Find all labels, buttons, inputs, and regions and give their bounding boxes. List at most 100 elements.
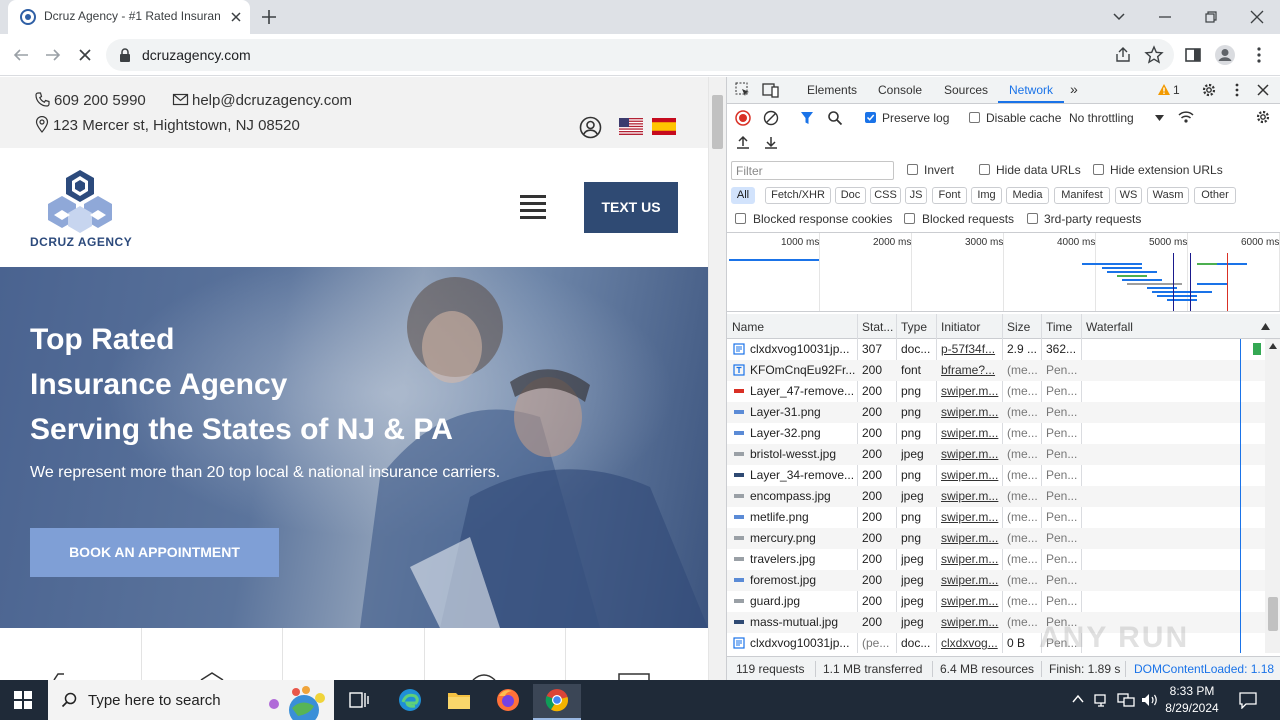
table-row[interactable]: foremost.jpg 200 jpeg swiper.m... (me... Pen.… — [727, 570, 1280, 591]
inspect-element-icon[interactable] — [735, 82, 751, 98]
url-text[interactable]: dcruzagency.com — [142, 47, 251, 63]
service-icon[interactable] — [618, 672, 650, 680]
request-initiator[interactable]: swiper.m... — [941, 615, 999, 629]
column-name[interactable]: Name — [732, 320, 764, 334]
record-stop-icon[interactable] — [735, 110, 751, 126]
show-hidden-icons-chevron-icon[interactable] — [1072, 694, 1084, 704]
side-panel-icon[interactable] — [1182, 44, 1204, 66]
blocked-requests-label[interactable]: Blocked requests — [922, 212, 1014, 226]
spain-flag-icon[interactable] — [652, 118, 676, 135]
table-row[interactable]: travelers.jpg 200 jpeg swiper.m... (me... Pen… — [727, 549, 1280, 570]
column-waterfall[interactable]: Waterfall — [1086, 320, 1133, 334]
table-row[interactable]: bristol-wesst.jpg 200 jpeg swiper.m... (me..… — [727, 444, 1280, 465]
type-filter-other[interactable]: Other — [1194, 187, 1236, 204]
lock-icon[interactable] — [118, 47, 132, 63]
network-overview-timeline[interactable]: 1000 ms 2000 ms 3000 ms 4000 ms 5000 ms … — [727, 232, 1280, 312]
volume-tray-icon[interactable] — [1141, 692, 1159, 708]
request-initiator[interactable]: swiper.m... — [941, 552, 999, 566]
close-window-icon[interactable] — [1244, 4, 1270, 30]
hide-extension-urls-checkbox[interactable] — [1093, 164, 1104, 175]
requests-scrollbar[interactable] — [1265, 339, 1280, 653]
email-contact[interactable]: help@dcruzagency.com — [172, 91, 352, 109]
new-tab-icon[interactable] — [258, 6, 280, 28]
request-initiator[interactable]: swiper.m... — [941, 531, 999, 545]
back-icon[interactable] — [10, 44, 32, 66]
disable-cache-checkbox[interactable] — [969, 112, 980, 123]
us-flag-icon[interactable] — [619, 118, 643, 135]
table-row[interactable]: clxdxvog10031jp... (pe... doc... clxdxvog..… — [727, 633, 1280, 653]
tab-network[interactable]: Network — [1009, 83, 1053, 97]
service-icon[interactable] — [472, 672, 496, 680]
more-tabs-icon[interactable]: » — [1070, 81, 1078, 97]
disable-cache-label[interactable]: Disable cache — [986, 111, 1061, 125]
tab-elements[interactable]: Elements — [807, 83, 857, 97]
third-party-requests-label[interactable]: 3rd-party requests — [1044, 212, 1141, 226]
filter-input[interactable]: Filter — [731, 161, 894, 180]
hamburger-menu-icon[interactable] — [520, 195, 546, 219]
table-row[interactable]: Layer-31.png 200 png swiper.m... (me... Pen..… — [727, 402, 1280, 423]
request-initiator[interactable]: clxdxvog... — [941, 636, 999, 650]
browser-tab[interactable]: Dcruz Agency - #1 Rated Insurance Agency — [8, 0, 250, 34]
type-filter-manifest[interactable]: Manifest — [1054, 187, 1110, 204]
table-row[interactable]: clxdxvog10031jp... 307 doc... p-57f34f... 2.… — [727, 339, 1280, 360]
blocked-requests-checkbox[interactable] — [904, 213, 915, 224]
request-initiator[interactable]: p-57f34f... — [941, 342, 999, 356]
request-initiator[interactable]: swiper.m... — [941, 447, 999, 461]
network-tray-icon[interactable] — [1094, 692, 1110, 708]
page-scrollbar-thumb[interactable] — [712, 95, 723, 149]
invert-checkbox[interactable] — [907, 164, 918, 175]
chrome-menu-icon[interactable] — [1248, 44, 1270, 66]
stop-loading-icon[interactable] — [74, 44, 96, 66]
notification-center-icon[interactable] — [1238, 691, 1258, 709]
type-filter-font[interactable]: Font — [932, 187, 967, 204]
text-us-button[interactable]: TEXT US — [584, 182, 678, 233]
dropdown-arrow-icon[interactable] — [1155, 115, 1164, 121]
file-explorer-taskbar-button[interactable] — [435, 684, 483, 720]
book-appointment-button[interactable]: BOOK AN APPOINTMENT — [30, 528, 279, 577]
ethernet-tray-icon[interactable] — [1117, 692, 1135, 708]
account-icon[interactable] — [579, 116, 602, 139]
type-filter-fetch-xhr[interactable]: Fetch/XHR — [765, 187, 831, 204]
settings-gear-icon[interactable] — [1201, 82, 1217, 98]
preserve-log-label[interactable]: Preserve log — [882, 111, 949, 125]
type-filter-js[interactable]: JS — [905, 187, 927, 204]
import-har-icon[interactable] — [736, 135, 750, 149]
search-icon[interactable] — [827, 110, 843, 126]
tab-search-icon[interactable] — [1106, 4, 1132, 30]
column-type[interactable]: Type — [901, 320, 927, 334]
column-status[interactable]: Stat... — [862, 320, 893, 334]
hide-data-urls-label[interactable]: Hide data URLs — [996, 163, 1081, 177]
address-contact[interactable]: 123 Mercer st, Hightstown, NJ 08520 — [34, 115, 300, 134]
table-row[interactable]: guard.jpg 200 jpeg swiper.m... (me... Pen... — [727, 591, 1280, 612]
devtools-menu-icon[interactable] — [1229, 82, 1245, 98]
close-tab-icon[interactable] — [226, 7, 246, 27]
table-row[interactable]: Layer-32.png 200 png swiper.m... (me... Pen..… — [727, 423, 1280, 444]
type-filter-ws[interactable]: WS — [1115, 187, 1142, 204]
address-bar[interactable]: dcruzagency.com — [106, 39, 1174, 71]
request-initiator[interactable]: swiper.m... — [941, 594, 999, 608]
request-initiator[interactable]: swiper.m... — [941, 489, 999, 503]
request-initiator[interactable]: swiper.m... — [941, 384, 999, 398]
throttling-select[interactable]: No throttling — [1069, 111, 1134, 125]
warning-count[interactable]: 1 — [1173, 83, 1180, 97]
table-row[interactable]: encompass.jpg 200 jpeg swiper.m... (me... Pen… — [727, 486, 1280, 507]
blocked-response-cookies-checkbox[interactable] — [735, 213, 746, 224]
requests-scrollbar-thumb[interactable] — [1268, 597, 1278, 631]
tab-sources[interactable]: Sources — [944, 83, 988, 97]
phone-contact[interactable]: 609 200 5990 — [34, 91, 146, 109]
chrome-taskbar-button[interactable] — [533, 684, 581, 720]
network-settings-gear-icon[interactable] — [1255, 109, 1271, 125]
hide-extension-urls-label[interactable]: Hide extension URLs — [1110, 163, 1223, 177]
close-devtools-icon[interactable] — [1255, 82, 1271, 98]
tab-console[interactable]: Console — [878, 83, 922, 97]
forward-icon[interactable] — [42, 44, 64, 66]
request-initiator[interactable]: swiper.m... — [941, 405, 999, 419]
hide-data-urls-checkbox[interactable] — [979, 164, 990, 175]
task-view-icon[interactable] — [349, 691, 369, 709]
bookmark-star-icon[interactable] — [1143, 44, 1165, 66]
device-toolbar-icon[interactable] — [762, 82, 780, 98]
page-scrollbar[interactable] — [708, 77, 726, 680]
blocked-response-cookies-label[interactable]: Blocked response cookies — [753, 212, 892, 226]
type-filter-img[interactable]: Img — [971, 187, 1002, 204]
type-filter-all[interactable]: All — [731, 187, 755, 204]
